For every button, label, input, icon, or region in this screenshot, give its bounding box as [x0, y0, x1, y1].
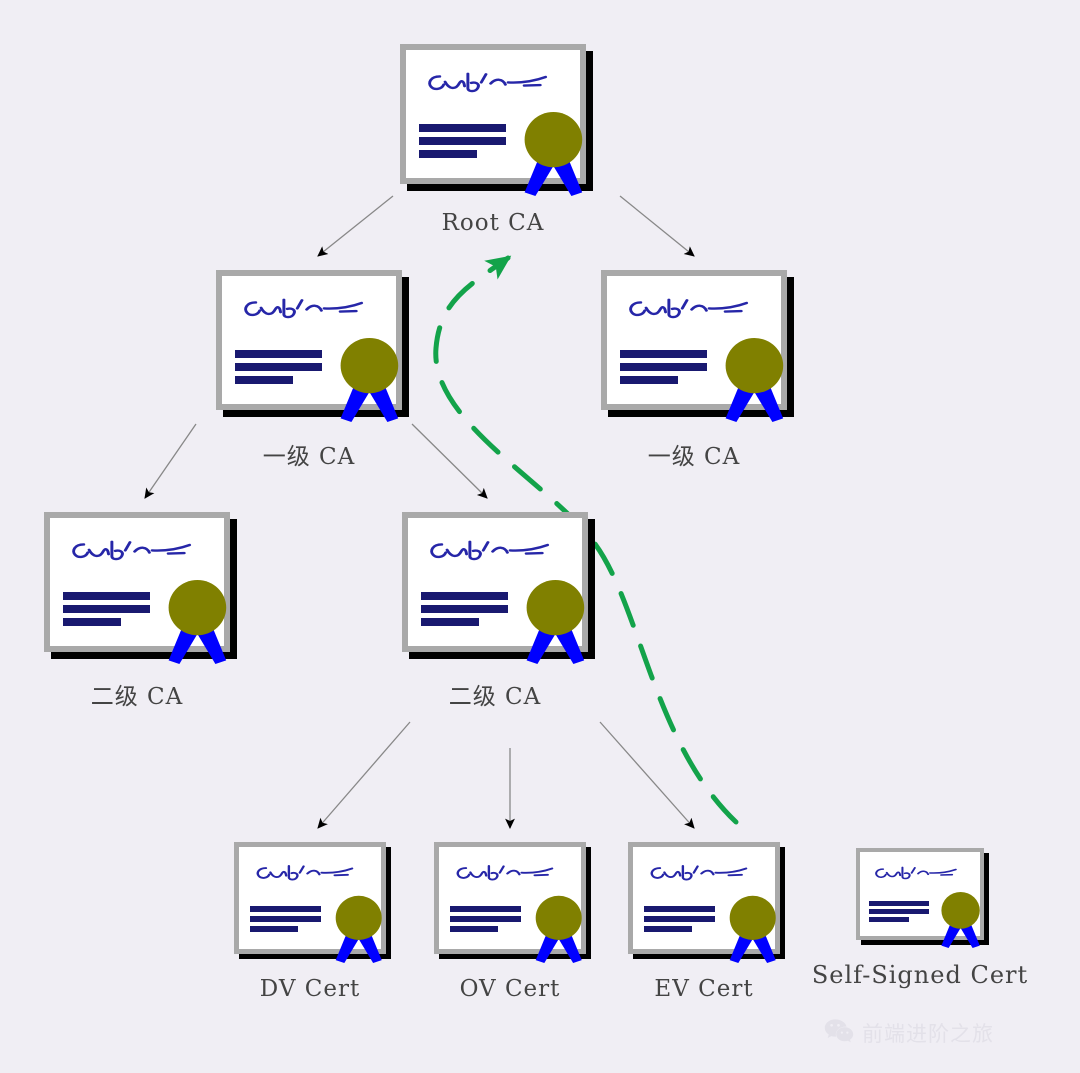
- certificate-text-line: [63, 605, 150, 613]
- node-level2-ca-mid[interactable]: [402, 512, 595, 664]
- node-level1-ca-left[interactable]: [216, 270, 409, 422]
- node-label-self-signed-cert: Self-Signed Cert: [811, 961, 1029, 989]
- certificate-text-line: [421, 618, 479, 626]
- certificate-icon: [856, 848, 989, 948]
- diagram-canvas: Root CA 一级 CA 一级 CA 二级 CA 二级 CA DV Cert OV Cer…: [0, 0, 1080, 1073]
- certificate-text-line: [63, 592, 150, 600]
- certificate-signature-squiggle: [626, 296, 760, 328]
- certificate-icon: [434, 842, 591, 963]
- certificate-text-line: [250, 926, 298, 932]
- certificate-text-line: [644, 926, 692, 932]
- certificate-text-lines: [620, 350, 707, 384]
- certificate-seal: [716, 332, 793, 433]
- certificate-signature-squiggle: [454, 863, 563, 889]
- node-self-signed-cert[interactable]: [856, 848, 989, 948]
- node-level2-ca-left[interactable]: [44, 512, 237, 664]
- certificate-text-line: [869, 901, 929, 906]
- certificate-signature-squiggle: [427, 538, 561, 570]
- certificate-icon: [44, 512, 237, 664]
- node-label-root-ca: Root CA: [441, 210, 545, 236]
- certificate-text-line: [419, 150, 477, 158]
- certificate-text-line: [419, 137, 506, 145]
- certificate-text-line: [421, 592, 508, 600]
- certificate-icon: [216, 270, 409, 422]
- node-root-ca[interactable]: [400, 44, 593, 196]
- certificate-icon: [601, 270, 794, 422]
- certificate-text-line: [869, 917, 909, 922]
- certificate-seal: [159, 574, 236, 675]
- edge-level2-to-dv: [317, 721, 411, 829]
- certificate-icon: [234, 842, 391, 963]
- node-ev-cert[interactable]: [628, 842, 785, 963]
- watermark-text: 前端进阶之旅: [862, 1022, 994, 1046]
- certificate-text-line: [419, 124, 506, 132]
- edge-level2-to-ev: [599, 721, 695, 829]
- certificate-text-line: [63, 618, 121, 626]
- certificate-text-line: [869, 909, 929, 914]
- node-dv-cert[interactable]: [234, 842, 391, 963]
- certificate-seal: [517, 574, 594, 675]
- certificate-text-lines: [63, 592, 150, 626]
- certificate-text-line: [235, 350, 322, 358]
- certificate-text-lines: [235, 350, 322, 384]
- certificate-text-line: [620, 363, 707, 371]
- certificate-text-line: [620, 350, 707, 358]
- wechat-icon: [824, 1018, 854, 1048]
- certificate-text-lines: [644, 906, 715, 932]
- node-ov-cert[interactable]: [434, 842, 591, 963]
- certificate-text-lines: [421, 592, 508, 626]
- certificate-signature-squiggle: [648, 863, 757, 889]
- certificate-signature-squiggle: [873, 865, 965, 887]
- certificate-text-lines: [250, 906, 321, 932]
- certificate-signature-squiggle: [69, 538, 203, 570]
- certificate-text-line: [235, 376, 293, 384]
- certificate-signature-squiggle: [241, 296, 375, 328]
- certificate-icon: [400, 44, 593, 196]
- certificate-text-line: [450, 916, 521, 922]
- certificate-text-line: [450, 926, 498, 932]
- node-label-level2-ca-mid: 二级 CA: [448, 684, 542, 710]
- certificate-text-line: [421, 605, 508, 613]
- certificate-text-line: [250, 906, 321, 912]
- certificate-text-line: [644, 906, 715, 912]
- certificate-text-lines: [419, 124, 506, 158]
- certificate-text-line: [644, 916, 715, 922]
- watermark: 前端进阶之旅: [824, 1018, 994, 1048]
- certificate-text-lines: [450, 906, 521, 932]
- certificate-signature-squiggle: [254, 863, 363, 889]
- certificate-seal: [935, 888, 986, 957]
- certificate-seal: [515, 106, 592, 207]
- certificate-icon: [402, 512, 595, 664]
- certificate-text-line: [620, 376, 678, 384]
- certificate-seal: [331, 332, 408, 433]
- node-level1-ca-right[interactable]: [601, 270, 794, 422]
- certificate-text-lines: [869, 901, 929, 922]
- certificate-text-line: [235, 363, 322, 371]
- certificate-text-line: [450, 906, 521, 912]
- node-label-level1-ca-right: 一级 CA: [647, 444, 741, 470]
- certificate-signature-squiggle: [425, 70, 559, 102]
- certificate-text-line: [250, 916, 321, 922]
- certificate-icon: [628, 842, 785, 963]
